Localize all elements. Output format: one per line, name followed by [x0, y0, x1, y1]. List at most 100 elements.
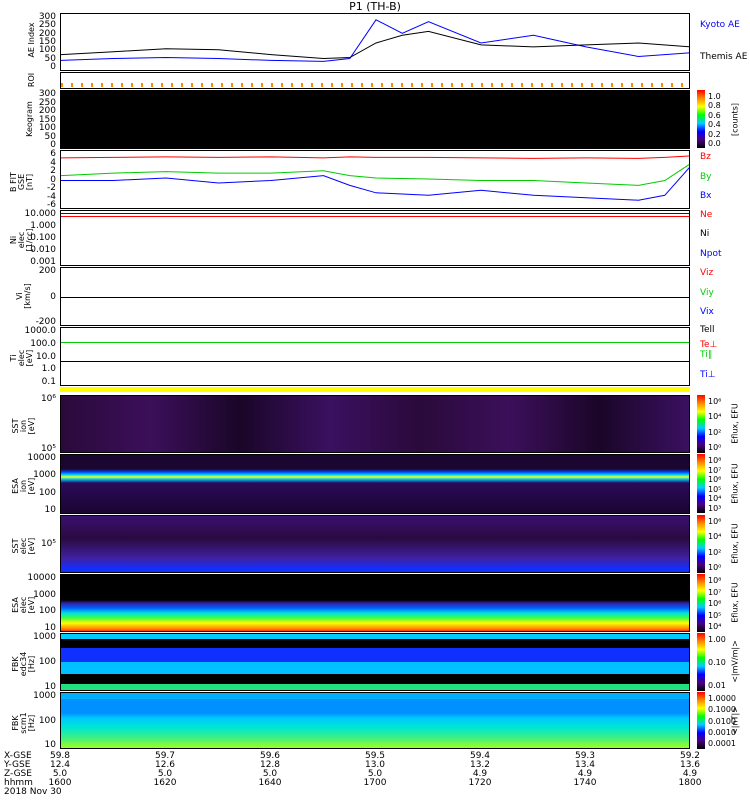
- b-field-panel: [60, 150, 690, 209]
- y-tick-label: 1000: [33, 691, 56, 701]
- y-tick-label: 1.000: [30, 221, 56, 231]
- roi-panel: [60, 72, 690, 89]
- colorbar-tick-label: 10⁴: [708, 412, 722, 422]
- fbk-scm1-colorbar: [697, 692, 705, 749]
- sst-ion-spectrogram: [60, 395, 690, 453]
- legend-viy: Viy: [700, 288, 714, 298]
- colorbar-tick-label: 10⁴: [708, 622, 722, 631]
- plot-title: P1 (TH-B): [349, 0, 401, 13]
- y-tick-label: 1.0: [41, 364, 56, 375]
- colorbar-tick-label: 10⁰: [708, 443, 722, 452]
- sst-elec-colorbar: [697, 515, 705, 573]
- colorbar-tick-label: 10⁸: [708, 576, 722, 585]
- legend-viz: Viz: [700, 268, 714, 278]
- sst-ion-ylabel: SST ion [eV]: [11, 417, 36, 435]
- y-tick-label: 0.100: [30, 233, 56, 243]
- y-tick-label: 100.0: [30, 338, 56, 349]
- colorbar-tick-label: 0.6: [708, 110, 721, 120]
- y-tick-label: 0.1: [41, 377, 56, 387]
- legend-ti-perp: Ti⊥: [700, 370, 716, 380]
- temperature-panel: [60, 327, 690, 386]
- roi-yellow-bar: [60, 387, 690, 392]
- colorbar-tick-label: 10⁰: [708, 563, 722, 572]
- series-line-kyoto-ae: [61, 19, 689, 62]
- colorbar-tick-label: 10⁷: [708, 465, 722, 475]
- colorbar-tick-label: 10³: [708, 504, 722, 513]
- y-tick-label: 100: [38, 606, 56, 617]
- legend-bx: Bx: [700, 191, 712, 201]
- colorbar-tick-label: 10⁴: [708, 532, 722, 542]
- colorbar-tick-label: 0.4: [708, 120, 721, 130]
- colorbar-unit-label: <|nT|>: [730, 705, 740, 735]
- fbk-scm1-spectrogram: [60, 692, 690, 749]
- y-tick-label: 1000: [33, 470, 56, 481]
- roi-ylabel: ROI: [27, 72, 36, 88]
- series-line-bz: [61, 155, 689, 159]
- y-tick-label: 10: [44, 505, 56, 515]
- colorbar-tick-label: 0.8: [708, 101, 721, 111]
- colorbar-tick-label: 1.00: [708, 635, 726, 644]
- legend-vix: Vix: [700, 307, 714, 317]
- esa-elec-colorbar: [697, 574, 705, 632]
- legend-bz: Bz: [700, 152, 711, 162]
- colorbar-tick-label: 10⁶: [708, 475, 722, 485]
- colorbar-tick-label: 10⁴: [708, 494, 722, 504]
- x-axis-row-label: 2018 Nov 30: [4, 787, 62, 797]
- colorbar-tick-label: 10⁵: [708, 484, 722, 494]
- y-tick-label: 10⁵: [40, 539, 56, 549]
- esa-elec-spectrogram: [60, 574, 690, 632]
- esa-ion-spectrogram: [60, 454, 690, 514]
- x-axis-tick-label: 1640: [258, 778, 282, 788]
- legend-ne: Ne: [700, 210, 713, 220]
- legend-npot: Npot: [700, 249, 722, 259]
- y-tick-label: 1000: [33, 589, 56, 600]
- x-axis-tick-label: 1800: [678, 778, 702, 788]
- y-tick-label: 200: [38, 266, 56, 276]
- series-line-themis-ae: [61, 30, 689, 60]
- y-tick-label: 10000: [27, 573, 56, 583]
- y-tick-label: 10⁶: [40, 394, 56, 404]
- colorbar-tick-label: 10⁶: [708, 517, 722, 526]
- fbk-edc34-colorbar: [697, 633, 705, 691]
- sst-ion-colorbar: [697, 395, 705, 453]
- colorbar-tick-label: 0.0: [708, 139, 721, 148]
- y-tick-label: 1000: [33, 632, 56, 642]
- legend-te-perp: Te⊥: [700, 340, 718, 350]
- colorbar-tick-label: 10⁶: [708, 397, 722, 406]
- colorbar-tick-label: 10²: [708, 547, 722, 557]
- y-tick-label: 10000: [27, 453, 56, 463]
- x-axis-tick-label: 1740: [573, 778, 597, 788]
- y-tick-label: 100: [38, 487, 56, 498]
- legend-themis-ae: Themis AE: [700, 52, 748, 62]
- legend-ni: Ni: [700, 229, 710, 239]
- y-tick-label: 0: [50, 140, 56, 150]
- legend-kyoto-ae: Kyoto AE: [700, 20, 740, 30]
- esa-ion-colorbar: [697, 454, 705, 513]
- ae-panel: [60, 13, 690, 71]
- colorbar-tick-label: 0.2: [708, 129, 721, 139]
- colorbar-tick-label: 10⁷: [708, 587, 722, 597]
- y-tick-label: 0: [50, 62, 56, 72]
- fbk-edc34-spectrogram: [60, 633, 690, 691]
- y-tick-label: 100: [38, 657, 56, 667]
- sst-elec-spectrogram: [60, 515, 690, 573]
- legend-tell: Tell: [700, 325, 715, 335]
- colorbar-tick-label: 10²: [708, 427, 722, 437]
- keogram-colorbar: [697, 90, 705, 148]
- y-tick-label: 0.010: [30, 245, 56, 255]
- velocity-panel: [60, 267, 690, 326]
- y-tick-label: 10.000: [24, 209, 57, 219]
- ae-lines: [61, 19, 689, 62]
- legend-ti-par: Ti∥: [700, 350, 713, 360]
- x-axis-tick-label: 1700: [363, 778, 387, 788]
- legend-by: By: [700, 172, 712, 182]
- themis-overview-plot: P1 (TH-B) AE Index Kyoto AE Themis AE RO…: [0, 0, 750, 800]
- series-line-by: [61, 164, 689, 186]
- keogram-panel: [60, 90, 690, 149]
- x-axis-tick-label: 1620: [153, 778, 177, 788]
- density-panel: [60, 210, 690, 266]
- y-tick-label: 0: [50, 291, 56, 302]
- y-tick-label: 10: [44, 740, 56, 750]
- y-tick-label: 100: [38, 715, 56, 726]
- y-tick-label: 10.0: [35, 351, 56, 362]
